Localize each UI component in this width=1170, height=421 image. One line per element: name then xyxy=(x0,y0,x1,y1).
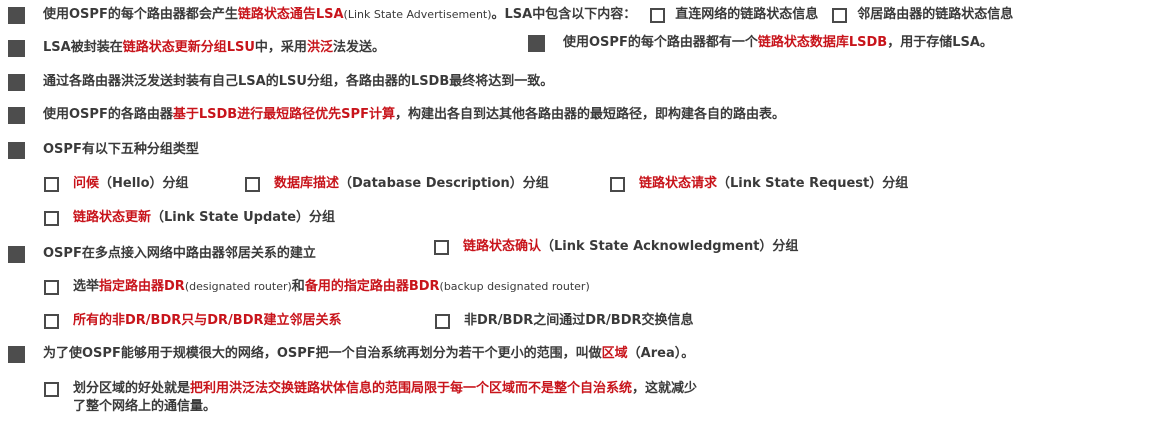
text: （Link State Update）分组 xyxy=(151,210,336,225)
text: (Link State Advertisement) xyxy=(343,8,492,21)
neighbor-line: 所有的非DR/BDR只与DR/BDR建立邻居关系 xyxy=(44,312,342,330)
packet-dbd: 数据库描述 （Database Description）分组 xyxy=(245,175,549,193)
text: OSPF在多点接入网络中路由器邻居关系的建立 xyxy=(43,246,316,261)
highlight-lsu: 链路状态更新分组LSU xyxy=(122,40,255,55)
checkbox-icon[interactable] xyxy=(832,7,848,23)
text: ，用于存储LSA。 xyxy=(887,35,993,50)
checkbox-icon[interactable] xyxy=(435,313,450,329)
packet-lsu: 链路状态更新 （Link State Update）分组 xyxy=(44,209,335,227)
lsa-line: 使用OSPF的每个路由器都会产生 链路状态通告LSA (Link State Adv… xyxy=(8,6,1013,24)
highlight-lsr: 链路状态请求 xyxy=(639,176,718,191)
text: 了整个网络上的通信量。 xyxy=(73,399,217,414)
text: (designated router) xyxy=(184,280,292,293)
bullet-square xyxy=(8,73,25,91)
bullet-square xyxy=(8,6,25,24)
checkbox-icon[interactable] xyxy=(650,7,666,23)
highlight-benefit: 把利用洪泛法交换链路状体信息的范围局限于每一个区域而不是整个自治系统 xyxy=(190,381,633,396)
text: 非DR/BDR之间通过DR/BDR交换信息 xyxy=(464,313,694,328)
exchange-line: 非DR/BDR之间通过DR/BDR交换信息 xyxy=(435,312,694,330)
text: 使用OSPF的各路由器 xyxy=(43,107,173,122)
text: 中，采用 xyxy=(254,40,307,55)
text: OSPF有以下五种分组类型 xyxy=(43,142,199,157)
lsu-line: LSA被封装在 链路状态更新分组LSU 中，采用 洪泛 法发送。 xyxy=(8,39,385,57)
highlight-dbd: 数据库描述 xyxy=(274,176,340,191)
checkbox-icon[interactable] xyxy=(44,210,59,226)
highlight-lsdb: 链路状态数据库LSDB xyxy=(757,35,888,50)
text: 使用OSPF的每个路由器都有一个 xyxy=(563,35,758,50)
highlight-dr: 指定路由器DR xyxy=(99,279,185,294)
bullet-square xyxy=(8,245,25,263)
text: （Link State Acknowledgment）分组 xyxy=(541,239,799,254)
lsa-content-neighbor: 邻居路由器的链路状态信息 xyxy=(857,7,1014,22)
bullet-square xyxy=(8,106,25,124)
text: （Link State Request）分组 xyxy=(717,176,909,191)
dr-election-line: 选举 指定路由器DR (designated router) 和备用的指定路由器BDR… xyxy=(44,278,590,296)
packet-lsr: 链路状态请求 （Link State Request）分组 xyxy=(610,175,908,193)
packet-lsack: 链路状态确认 （Link State Acknowledgment）分组 xyxy=(434,238,798,256)
packet-types-heading: OSPF有以下五种分组类型 xyxy=(8,141,199,159)
text: （Area）。 xyxy=(627,346,695,361)
text: LSA被封装在 xyxy=(43,40,123,55)
benefit-line: 划分区域的好处就是 把利用洪泛法交换链路状体信息的范围局限于每一个区域而不是整个自… xyxy=(44,380,697,398)
highlight-area: 区域 xyxy=(601,346,628,361)
bullet-square xyxy=(8,39,25,57)
spf-line: 使用OSPF的各路由器 基于LSDB进行最短路径优先SPF计算 ，构建出各自到达其他… xyxy=(8,106,785,124)
lsdb-line: 使用OSPF的每个路由器都有一个 链路状态数据库LSDB ，用于存储LSA。 xyxy=(528,34,993,52)
text: 使用OSPF的每个路由器都会产生 xyxy=(43,7,238,22)
highlight-lsu-packet: 链路状态更新 xyxy=(73,210,152,225)
checkbox-icon[interactable] xyxy=(44,279,59,295)
text: 法发送。 xyxy=(332,40,385,55)
text: 通过各路由器洪泛发送封装有自己LSA的LSU分组，各路由器的LSDB最终将达到一… xyxy=(43,74,554,89)
highlight-bdr: 备用的指定路由器BDR xyxy=(304,279,440,294)
text: （Database Description）分组 xyxy=(339,176,549,191)
text: 选举 xyxy=(73,279,100,294)
highlight-spf: 基于LSDB进行最短路径优先SPF计算 xyxy=(172,107,395,122)
packet-hello: 问候 （Hello）分组 xyxy=(44,175,189,193)
multiaccess-line: OSPF在多点接入网络中路由器邻居关系的建立 xyxy=(8,245,316,263)
checkbox-icon[interactable] xyxy=(245,176,260,192)
checkbox-icon[interactable] xyxy=(434,239,449,255)
text: 划分区域的好处就是 xyxy=(73,381,191,396)
text: 。LSA中包含以下内容： xyxy=(491,7,637,22)
benefit-line-2: 了整个网络上的通信量。 xyxy=(73,398,216,416)
highlight-neighbor: 所有的非DR/BDR只与DR/BDR建立邻居关系 xyxy=(73,313,342,328)
text: ，构建出各自到达其他各路由器的最短路径，即构建各自的路由表。 xyxy=(394,107,785,122)
highlight-lsa: 链路状态通告LSA xyxy=(237,7,344,22)
text: ，这就减少 xyxy=(632,381,698,396)
text: （Hello）分组 xyxy=(99,176,189,191)
checkbox-icon[interactable] xyxy=(44,176,59,192)
highlight-hello: 问候 xyxy=(73,176,100,191)
highlight-lsack: 链路状态确认 xyxy=(463,239,542,254)
area-line: 为了使OSPF能够用于规模很大的网络，OSPF把一个自治系统再划分为若干个更小的… xyxy=(8,345,694,363)
text: 为了使OSPF能够用于规模很大的网络，OSPF把一个自治系统再划分为若干个更小的… xyxy=(43,346,602,361)
lsa-content-direct: 直连网络的链路状态信息 xyxy=(675,7,819,22)
bullet-square xyxy=(8,141,25,159)
bullet-square xyxy=(528,34,545,52)
text: 和 xyxy=(291,279,305,294)
highlight-flood: 洪泛 xyxy=(306,40,333,55)
checkbox-icon[interactable] xyxy=(44,313,59,329)
bullet-square xyxy=(8,345,25,363)
checkbox-icon[interactable] xyxy=(44,381,59,397)
sync-line: 通过各路由器洪泛发送封装有自己LSA的LSU分组，各路由器的LSDB最终将达到一… xyxy=(8,73,553,91)
text: (backup designated router) xyxy=(439,280,590,293)
checkbox-icon[interactable] xyxy=(610,176,625,192)
